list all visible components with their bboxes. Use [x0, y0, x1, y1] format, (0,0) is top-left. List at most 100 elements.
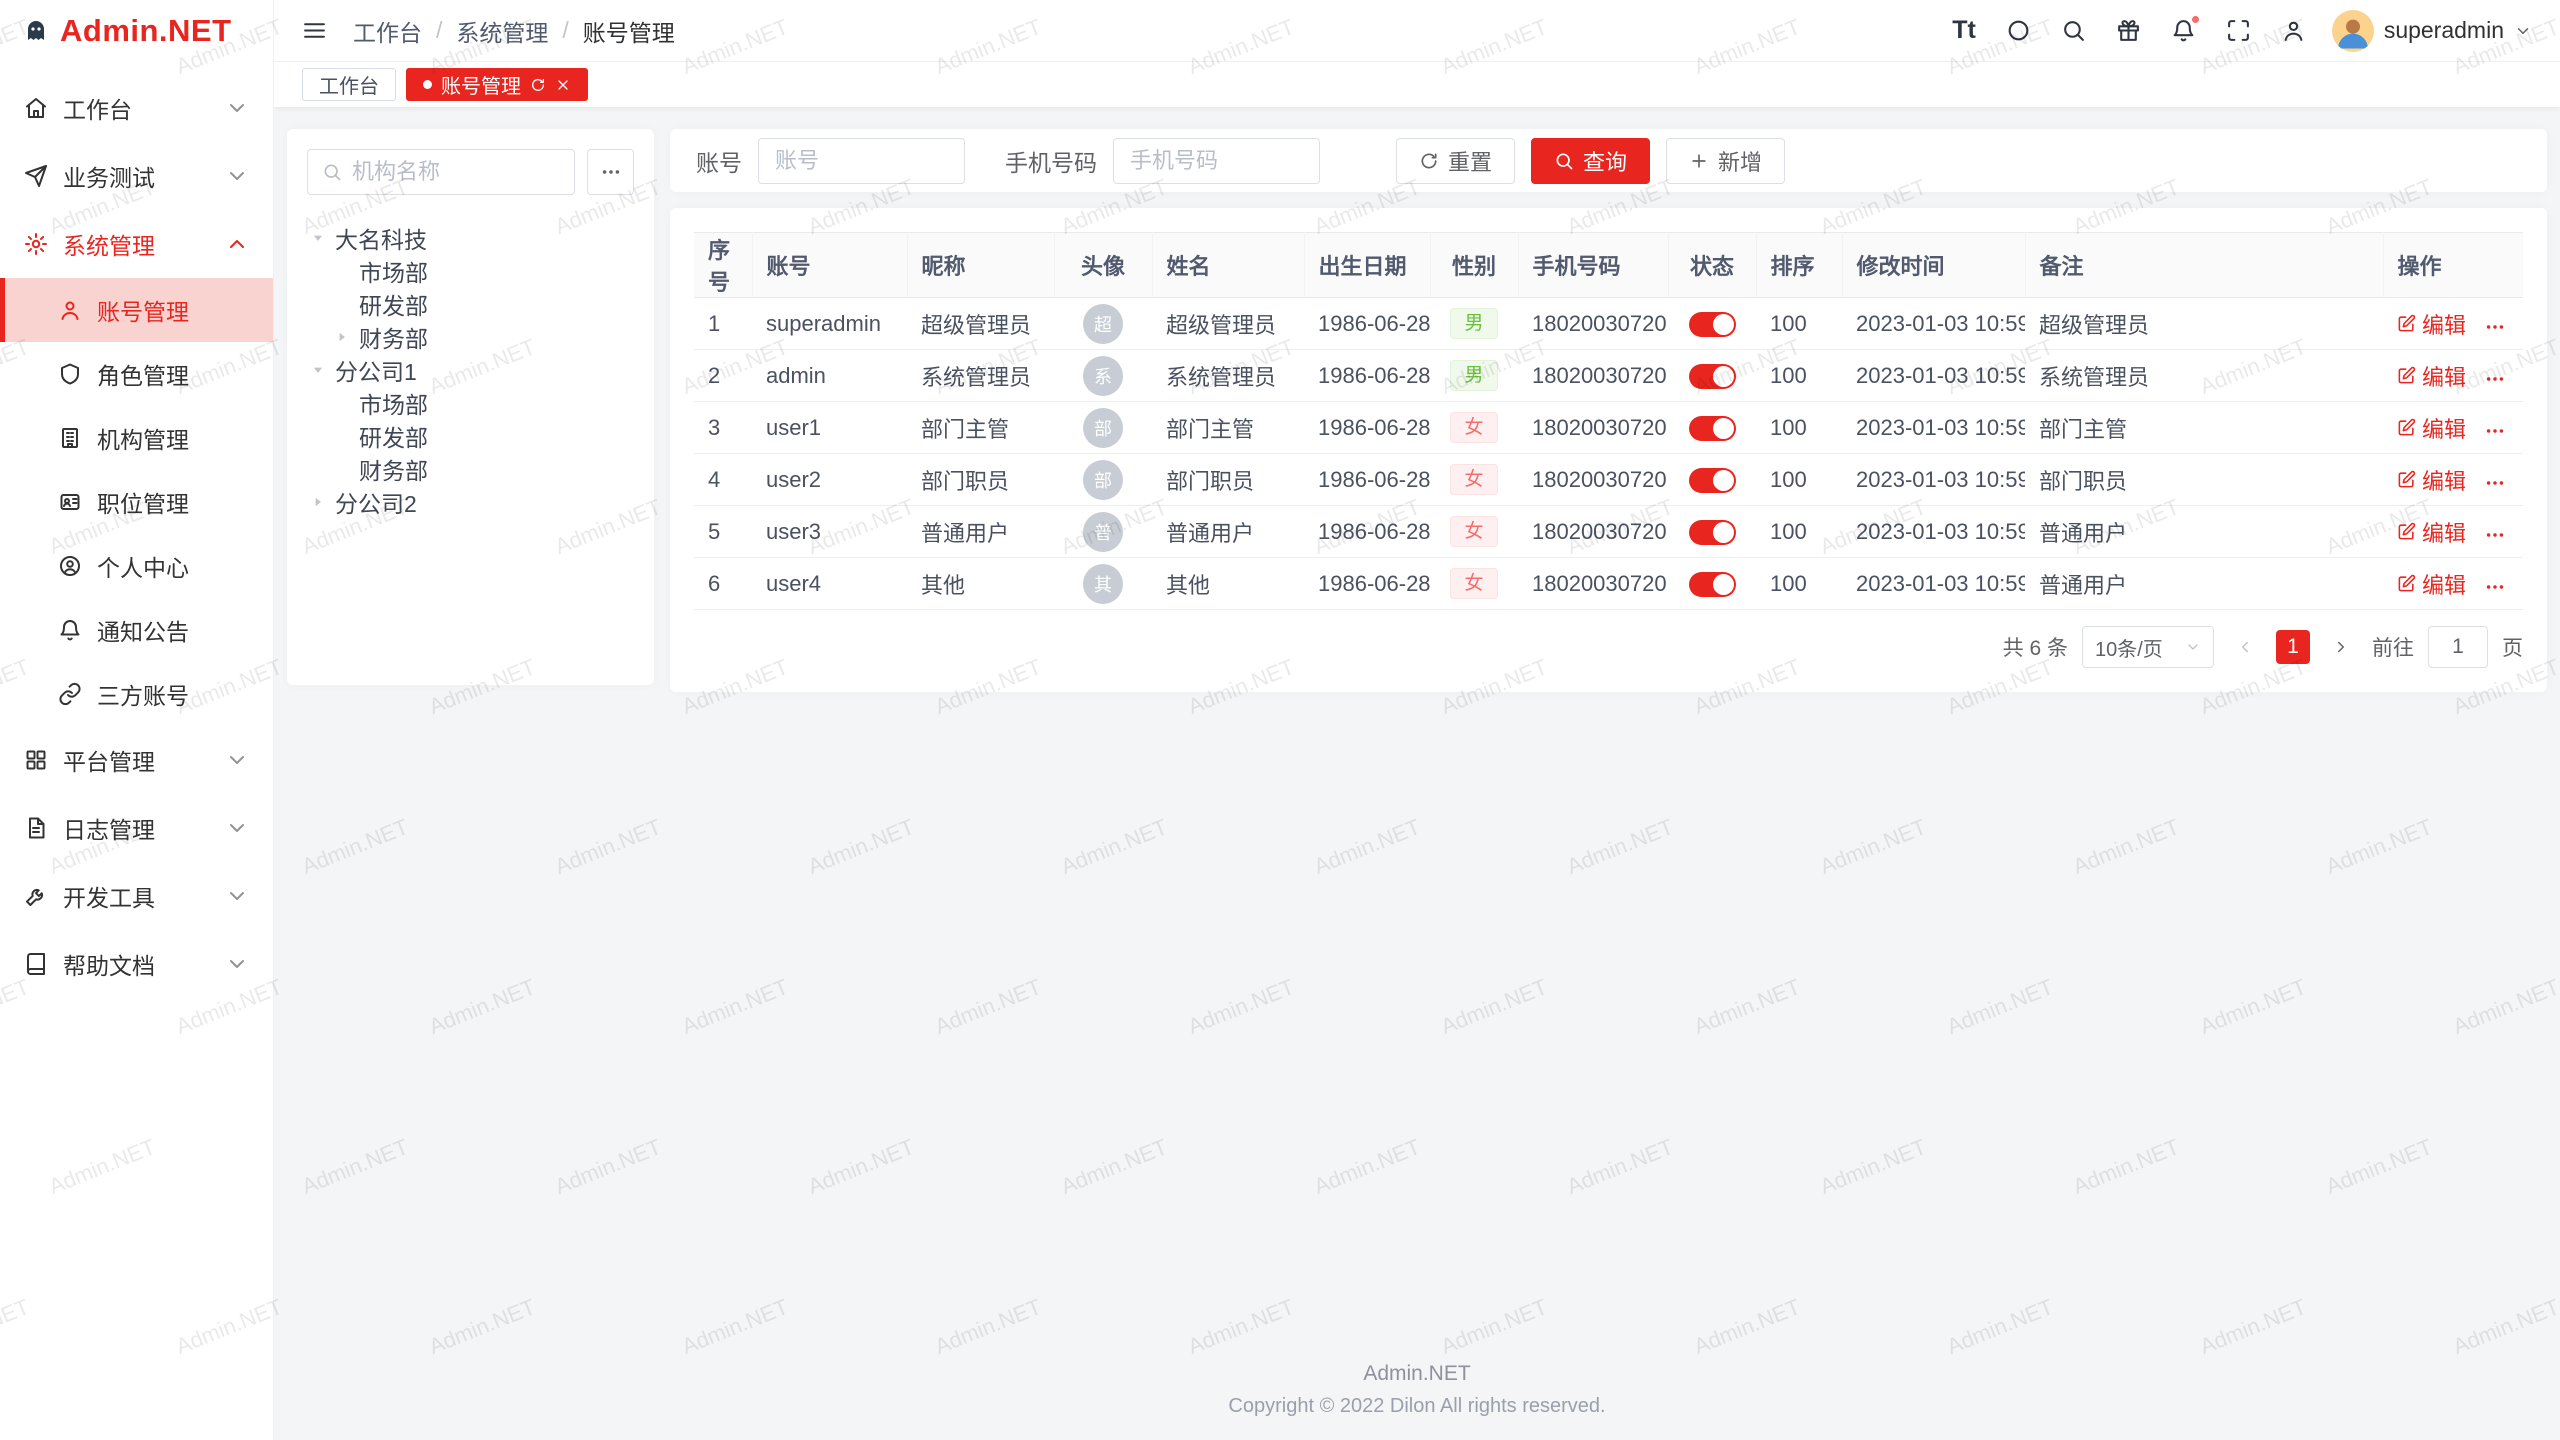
- edit-button[interactable]: 编辑: [2397, 516, 2466, 548]
- cell-gender: 女: [1430, 454, 1518, 506]
- tree-caret-icon[interactable]: [331, 326, 353, 348]
- sidebar-item[interactable]: 日志管理: [0, 794, 273, 862]
- tree-node[interactable]: 财务部: [307, 452, 634, 485]
- sidebar-submenu: 账号管理角色管理机构管理职位管理个人中心通知公告三方账号: [0, 278, 273, 726]
- more-actions-button[interactable]: [2484, 316, 2506, 338]
- tree-node[interactable]: 财务部: [307, 320, 634, 353]
- tools-icon: [24, 884, 48, 908]
- tree-caret-icon[interactable]: [307, 359, 329, 381]
- sidebar-item-label: 日志管理: [63, 811, 155, 845]
- edit-button[interactable]: 编辑: [2397, 412, 2466, 444]
- tree-caret-icon[interactable]: [307, 227, 329, 249]
- sidebar-subitem[interactable]: 三方账号: [0, 662, 273, 726]
- sidebar-item[interactable]: 开发工具: [0, 862, 273, 930]
- cell-index: 5: [694, 506, 752, 558]
- sidebar-item[interactable]: 工作台: [0, 74, 273, 142]
- status-toggle[interactable]: [1689, 520, 1736, 545]
- breadcrumb-item[interactable]: 工作台: [353, 14, 422, 48]
- tree-node[interactable]: 研发部: [307, 419, 634, 452]
- page-number-button[interactable]: 1: [2276, 630, 2310, 664]
- edit-button[interactable]: 编辑: [2397, 568, 2466, 600]
- more-actions-button[interactable]: [2484, 524, 2506, 546]
- logo[interactable]: Admin.NET: [0, 0, 273, 62]
- prev-page-button[interactable]: [2228, 630, 2262, 664]
- more-actions-button[interactable]: [2484, 368, 2506, 390]
- font-size-icon[interactable]: Tt: [1952, 16, 1976, 45]
- chevron-down-icon: [225, 96, 249, 120]
- cell-account: user4: [752, 558, 907, 610]
- sidebar-item[interactable]: 帮助文档: [0, 930, 273, 998]
- table-body: 1superadmin超级管理员超超级管理员1986-06-28男1802003…: [694, 298, 2523, 610]
- sidebar-subitem-label: 个人中心: [97, 549, 189, 583]
- gift-icon[interactable]: [2116, 18, 2141, 43]
- tree-node[interactable]: 市场部: [307, 254, 634, 287]
- sidebar-subitem[interactable]: 通知公告: [0, 598, 273, 662]
- breadcrumb-item[interactable]: 系统管理: [456, 14, 548, 48]
- account-input[interactable]: [758, 138, 965, 184]
- topbar-actions: Tt superadmin: [1952, 10, 2532, 52]
- status-toggle[interactable]: [1689, 312, 1736, 337]
- tree-node[interactable]: 大名科技: [307, 221, 634, 254]
- sidebar-item-label: 业务测试: [63, 159, 155, 193]
- sidebar-item[interactable]: 业务测试: [0, 142, 273, 210]
- avatar: 超: [1083, 304, 1123, 344]
- user-icon[interactable]: [2281, 18, 2306, 43]
- sidebar-subitem[interactable]: 个人中心: [0, 534, 273, 598]
- page-size-select[interactable]: 10条/页: [2082, 626, 2214, 668]
- goto-page-input[interactable]: [2428, 626, 2488, 668]
- tree-node[interactable]: 分公司2: [307, 485, 634, 518]
- column-header: 姓名: [1152, 233, 1304, 298]
- cell-modified: 2023-01-03 10:59:44: [1842, 558, 2025, 610]
- cell-avatar: 部: [1054, 454, 1152, 506]
- more-actions-button[interactable]: [2484, 576, 2506, 598]
- column-header: 手机号码: [1518, 233, 1668, 298]
- status-toggle[interactable]: [1689, 364, 1736, 389]
- chevron-down-icon: [2185, 639, 2201, 655]
- tab-close-icon[interactable]: [555, 77, 571, 93]
- edit-button[interactable]: 编辑: [2397, 360, 2466, 392]
- sidebar-item[interactable]: 系统管理: [0, 210, 273, 278]
- tree-node[interactable]: 分公司1: [307, 353, 634, 386]
- sidebar-subitem[interactable]: 职位管理: [0, 470, 273, 534]
- reset-button[interactable]: 重置: [1396, 138, 1515, 184]
- chevron-down-icon: [225, 884, 249, 908]
- fullscreen-icon[interactable]: [2226, 18, 2251, 43]
- sidebar-subitem-label: 角色管理: [97, 357, 189, 391]
- sidebar-subitem[interactable]: 机构管理: [0, 406, 273, 470]
- tree-more-button[interactable]: [587, 149, 634, 195]
- add-button[interactable]: 新增: [1666, 138, 1785, 184]
- search-icon[interactable]: [2061, 18, 2086, 43]
- tree-node[interactable]: 研发部: [307, 287, 634, 320]
- status-toggle[interactable]: [1689, 416, 1736, 441]
- more-actions-button[interactable]: [2484, 472, 2506, 494]
- tab-workbench[interactable]: 工作台: [302, 68, 396, 101]
- status-toggle[interactable]: [1689, 468, 1736, 493]
- account-label: 账号: [696, 144, 742, 178]
- tree-node[interactable]: 市场部: [307, 386, 634, 419]
- chevron-right-icon: [2332, 638, 2350, 656]
- org-search-input[interactable]: [352, 159, 560, 185]
- edit-button[interactable]: 编辑: [2397, 308, 2466, 340]
- theme-icon[interactable]: [2006, 18, 2031, 43]
- next-page-button[interactable]: [2324, 630, 2358, 664]
- tab-account-management[interactable]: 账号管理: [406, 68, 588, 101]
- edit-button[interactable]: 编辑: [2397, 464, 2466, 496]
- gender-tag: 男: [1450, 308, 1497, 340]
- table-row: 4user2部门职员部部门职员1986-06-28女18020030720100…: [694, 454, 2523, 506]
- sidebar-subitem[interactable]: 账号管理: [0, 278, 273, 342]
- chevron-down-icon: [2514, 22, 2532, 40]
- tree-caret-placeholder: [331, 392, 353, 414]
- phone-input[interactable]: [1113, 138, 1320, 184]
- hamburger-icon[interactable]: [302, 18, 327, 43]
- tree-caret-icon[interactable]: [307, 491, 329, 513]
- bell-icon[interactable]: [2171, 18, 2196, 43]
- user-menu[interactable]: superadmin: [2332, 10, 2532, 52]
- sidebar-subitem[interactable]: 角色管理: [0, 342, 273, 406]
- status-toggle[interactable]: [1689, 572, 1736, 597]
- sidebar-item[interactable]: 平台管理: [0, 726, 273, 794]
- tab-refresh-icon[interactable]: [530, 77, 546, 93]
- more-actions-button[interactable]: [2484, 420, 2506, 442]
- accounts-table: 序号账号昵称头像姓名出生日期性别手机号码状态排序修改时间备注操作 1supera…: [694, 232, 2523, 610]
- cell-birthday: 1986-06-28: [1304, 454, 1430, 506]
- search-button[interactable]: 查询: [1531, 138, 1650, 184]
